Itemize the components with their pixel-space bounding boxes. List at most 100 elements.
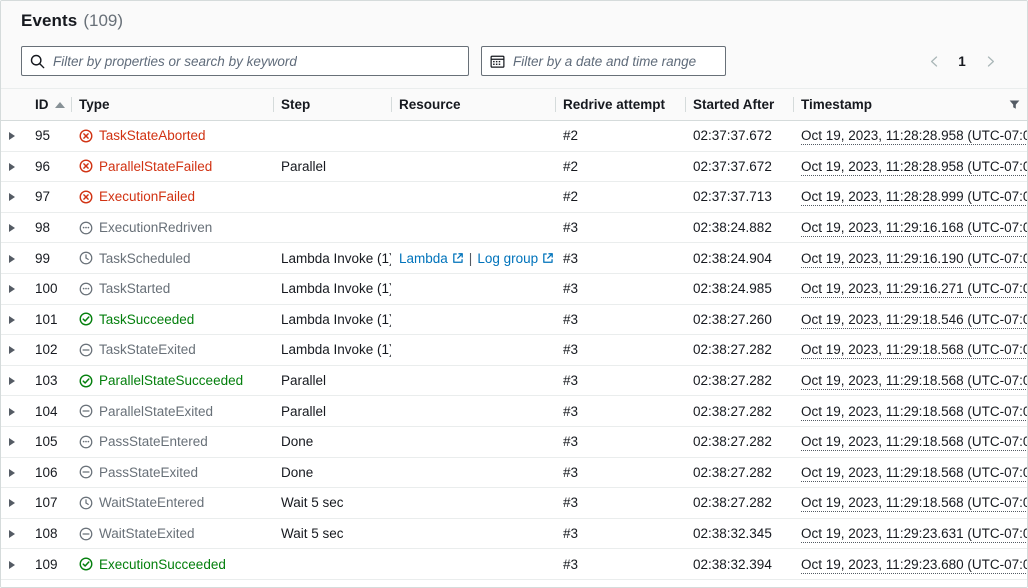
table-row[interactable]: 106PassStateExitedDone#302:38:27.282Oct … (1, 457, 1027, 488)
table-row[interactable]: 101TaskSucceededLambda Invoke (1)#302:38… (1, 304, 1027, 335)
row-expand-cell[interactable] (1, 457, 27, 488)
cell-resource: Lambda|Log group (391, 243, 555, 274)
caret-right-icon[interactable] (9, 530, 15, 538)
row-expand-cell[interactable] (1, 182, 27, 213)
resource-link-lambda[interactable]: Lambda (399, 251, 448, 266)
page-title: Events (21, 11, 77, 31)
caret-right-icon[interactable] (9, 561, 15, 569)
row-expand-cell[interactable] (1, 243, 27, 274)
caret-right-icon[interactable] (9, 346, 15, 354)
timestamp-value[interactable]: Oct 19, 2023, 11:29:23.631 (UTC-07:00) (801, 526, 1027, 543)
caret-right-icon[interactable] (9, 163, 15, 171)
row-expand-cell[interactable] (1, 518, 27, 549)
table-row[interactable]: 99TaskScheduledLambda Invoke (1)Lambda|L… (1, 243, 1027, 274)
timestamp-value[interactable]: Oct 19, 2023, 11:29:23.680 (UTC-07:00) (801, 557, 1027, 574)
cell-type: TaskStateAborted (71, 121, 273, 152)
table-row[interactable]: 97ExecutionFailed#202:37:37.713Oct 19, 2… (1, 182, 1027, 213)
table-row[interactable]: 102TaskStateExitedLambda Invoke (1)#302:… (1, 335, 1027, 366)
row-expand-cell[interactable] (1, 151, 27, 182)
table-row[interactable]: 100TaskStartedLambda Invoke (1)#302:38:2… (1, 273, 1027, 304)
timestamp-value[interactable]: Oct 19, 2023, 11:29:16.168 (UTC-07:00) (801, 220, 1027, 237)
timestamp-value[interactable]: Oct 19, 2023, 11:29:16.271 (UTC-07:00) (801, 281, 1027, 298)
column-header-id[interactable]: ID (27, 89, 71, 121)
timestamp-value[interactable]: Oct 19, 2023, 11:29:18.568 (UTC-07:00) (801, 404, 1027, 421)
table-row[interactable]: 98ExecutionRedriven#302:38:24.882Oct 19,… (1, 212, 1027, 243)
timestamp-value[interactable]: Oct 19, 2023, 11:29:18.568 (UTC-07:00) (801, 465, 1027, 482)
caret-right-icon[interactable] (9, 255, 15, 263)
row-expand-cell[interactable] (1, 488, 27, 519)
caret-right-icon[interactable] (9, 408, 15, 416)
column-header-step[interactable]: Step (273, 89, 391, 121)
resource-link-log-group[interactable]: Log group (477, 251, 538, 266)
pagination-next-button[interactable] (977, 48, 1003, 74)
timestamp-value[interactable]: Oct 19, 2023, 11:28:28.958 (UTC-07:00) (801, 128, 1027, 145)
column-header-timestamp[interactable]: Timestamp (793, 89, 1027, 121)
table-row[interactable]: 109ExecutionSucceeded#302:38:32.394Oct 1… (1, 549, 1027, 580)
cell-id: 101 (27, 304, 71, 335)
cell-step (273, 549, 391, 580)
caret-right-icon[interactable] (9, 224, 15, 232)
pending-circle-dots-icon (79, 221, 93, 235)
cell-started-after: 02:38:27.282 (685, 335, 793, 366)
event-type-label: TaskSucceeded (99, 312, 194, 327)
caret-right-icon[interactable] (9, 193, 15, 201)
row-expand-cell[interactable] (1, 365, 27, 396)
timestamp-value[interactable]: Oct 19, 2023, 11:28:28.958 (UTC-07:00) (801, 159, 1027, 176)
row-expand-cell[interactable] (1, 121, 27, 152)
column-header-expand (1, 89, 27, 121)
exited-circle-minus-icon (79, 404, 93, 418)
caret-right-icon[interactable] (9, 132, 15, 140)
cell-resource (391, 518, 555, 549)
table-row[interactable]: 95TaskStateAborted#202:37:37.672Oct 19, … (1, 121, 1027, 152)
timestamp-value[interactable]: Oct 19, 2023, 11:29:18.568 (UTC-07:00) (801, 434, 1027, 451)
cell-redrive-attempt: #3 (555, 304, 685, 335)
cell-timestamp: Oct 19, 2023, 11:29:18.568 (UTC-07:00) (793, 457, 1027, 488)
table-header-row: ID Type Step Resource Redrive attemp (1, 89, 1027, 121)
timestamp-value[interactable]: Oct 19, 2023, 11:29:18.568 (UTC-07:00) (801, 342, 1027, 359)
table-head: ID Type Step Resource Redrive attemp (1, 89, 1027, 121)
timestamp-value[interactable]: Oct 19, 2023, 11:28:28.999 (UTC-07:00) (801, 189, 1027, 206)
event-type-label: WaitStateExited (99, 526, 195, 541)
row-expand-cell[interactable] (1, 304, 27, 335)
table-row[interactable]: 108WaitStateExitedWait 5 sec#302:38:32.3… (1, 518, 1027, 549)
column-header-resource-label: Resource (399, 97, 461, 112)
table-row[interactable]: 103ParallelStateSucceededParallel#302:38… (1, 365, 1027, 396)
caret-right-icon[interactable] (9, 499, 15, 507)
column-header-type[interactable]: Type (71, 89, 273, 121)
search-input[interactable]: Filter by properties or search by keywor… (21, 46, 469, 76)
cell-timestamp: Oct 19, 2023, 11:29:16.271 (UTC-07:00) (793, 273, 1027, 304)
table-row[interactable]: 96ParallelStateFailedParallel#202:37:37.… (1, 151, 1027, 182)
caret-right-icon[interactable] (9, 377, 15, 385)
caret-right-icon[interactable] (9, 438, 15, 446)
pagination-current-page[interactable]: 1 (951, 48, 973, 74)
cell-type: ParallelStateExited (71, 396, 273, 427)
timestamp-value[interactable]: Oct 19, 2023, 11:29:18.568 (UTC-07:00) (801, 373, 1027, 390)
timestamp-value[interactable]: Oct 19, 2023, 11:29:18.546 (UTC-07:00) (801, 312, 1027, 329)
row-expand-cell[interactable] (1, 273, 27, 304)
timestamp-value[interactable]: Oct 19, 2023, 11:29:18.568 (UTC-07:00) (801, 495, 1027, 512)
cell-started-after: 02:38:27.260 (685, 304, 793, 335)
error-circle-x-icon (79, 159, 93, 173)
table-row[interactable]: 104ParallelStateExitedParallel#302:38:27… (1, 396, 1027, 427)
cell-timestamp: Oct 19, 2023, 11:29:18.568 (UTC-07:00) (793, 488, 1027, 519)
filter-funnel-icon[interactable] (1008, 98, 1021, 111)
caret-right-icon[interactable] (9, 316, 15, 324)
column-header-started-after[interactable]: Started After (685, 89, 793, 121)
row-expand-cell[interactable] (1, 212, 27, 243)
table-row[interactable]: 107WaitStateEnteredWait 5 sec#302:38:27.… (1, 488, 1027, 519)
cell-redrive-attempt: #2 (555, 151, 685, 182)
row-expand-cell[interactable] (1, 426, 27, 457)
table-row[interactable]: 105PassStateEnteredDone#302:38:27.282Oct… (1, 426, 1027, 457)
timestamp-value[interactable]: Oct 19, 2023, 11:29:16.190 (UTC-07:00) (801, 251, 1027, 268)
row-expand-cell[interactable] (1, 549, 27, 580)
column-header-resource[interactable]: Resource (391, 89, 555, 121)
row-expand-cell[interactable] (1, 396, 27, 427)
caret-right-icon[interactable] (9, 469, 15, 477)
pagination-prev-button[interactable] (921, 48, 947, 74)
caret-right-icon[interactable] (9, 285, 15, 293)
column-header-redrive-attempt[interactable]: Redrive attempt (555, 89, 685, 121)
cell-redrive-attempt: #3 (555, 335, 685, 366)
event-type-label: PassStateEntered (99, 434, 208, 449)
row-expand-cell[interactable] (1, 335, 27, 366)
date-range-input[interactable]: Filter by a date and time range (481, 46, 726, 76)
